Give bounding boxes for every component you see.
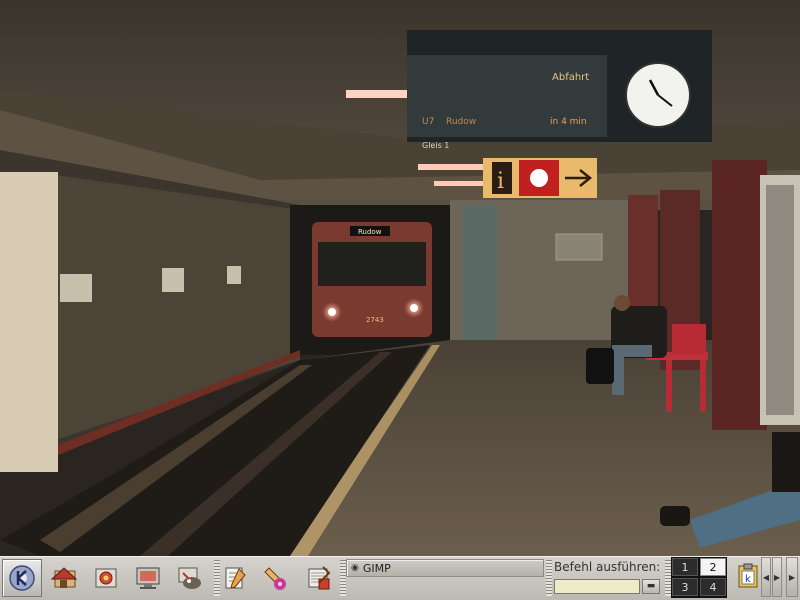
board-line: U7: [422, 117, 434, 127]
taskbar-item-gimp[interactable]: ◉ GIMP: [346, 559, 544, 577]
board-header: Abfahrt: [552, 72, 589, 83]
board-eta: in 4 min: [550, 117, 587, 127]
desktop-monitor-icon: [136, 567, 160, 589]
home-launcher[interactable]: [44, 559, 84, 597]
arrow-right-icon: ▶: [788, 572, 796, 582]
editor-icon: [225, 567, 246, 589]
pager-desktop-2[interactable]: 2: [700, 558, 726, 576]
arrow-left-icon: ◀: [762, 572, 770, 582]
gimp-icon: [178, 567, 201, 589]
panel-scroll-right-button[interactable]: ▶: [772, 557, 782, 597]
paint-launcher[interactable]: [256, 559, 296, 597]
svg-text:i: i: [497, 169, 504, 194]
run-command-applet: Befehl ausführen: ▬: [552, 559, 664, 597]
window-menu-icon: ◉: [351, 563, 359, 573]
board-track: Gleis 1: [422, 141, 449, 150]
run-command-dropdown-button[interactable]: ▬: [642, 579, 660, 594]
train-destination: Rudow: [358, 228, 382, 236]
svg-text:k: k: [745, 574, 751, 585]
k-menu-button[interactable]: [2, 559, 42, 597]
board-destination: Rudow: [446, 117, 476, 127]
desktop-wallpaper: Abfahrt U7 Rudow in 4 min Gleis 1 i Rudo…: [0, 0, 800, 556]
klipper-clipboard-icon: k: [738, 563, 758, 588]
run-command-input[interactable]: [554, 579, 640, 594]
control-center-launcher[interactable]: [86, 559, 126, 597]
train-number: 2743: [366, 316, 384, 324]
k-gear-icon: [9, 565, 35, 591]
dropdown-icon: ▬: [646, 581, 656, 591]
control-center-icon: [95, 568, 117, 588]
office-icon: [308, 566, 331, 590]
desktop-launcher[interactable]: [128, 559, 168, 597]
home-folder-icon: [50, 567, 78, 588]
taskbar-item-label: GIMP: [362, 561, 391, 575]
run-command-label: Befehl ausführen:: [554, 560, 661, 574]
panel-hide-button[interactable]: ▶: [786, 557, 798, 597]
pager-desktop-1[interactable]: 1: [672, 558, 698, 576]
taskbar: ◉ GIMP: [346, 559, 546, 597]
arrow-right-icon: ▶: [773, 572, 781, 582]
system-tray-klipper[interactable]: k: [737, 563, 759, 589]
office-launcher[interactable]: [298, 559, 338, 597]
desktop-pager: 1 2 3 4: [671, 557, 727, 598]
pager-desktop-4[interactable]: 4: [700, 578, 726, 596]
pager-desktop-3[interactable]: 3: [672, 578, 698, 596]
gimp-launcher[interactable]: [170, 559, 210, 597]
editor-launcher[interactable]: [214, 559, 254, 597]
paint-icon: [264, 567, 286, 590]
panel-scroll-left-button[interactable]: ◀: [761, 557, 771, 597]
